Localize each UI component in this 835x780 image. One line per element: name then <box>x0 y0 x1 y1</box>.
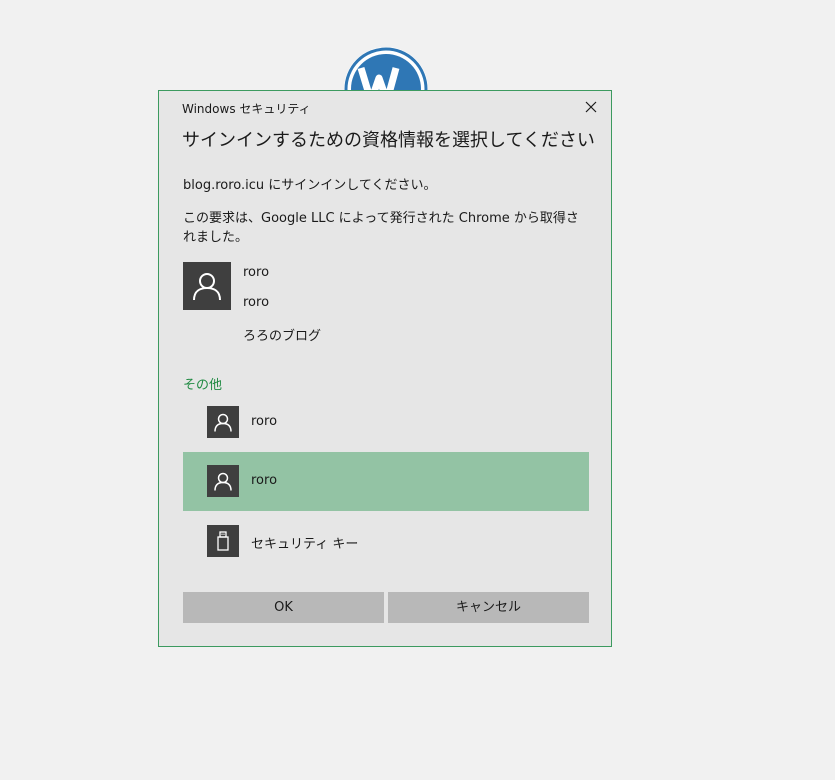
others-section-label: その他 <box>183 378 223 393</box>
usb-key-icon <box>207 525 239 557</box>
credential-option-security-key[interactable]: セキュリティ キー <box>183 512 589 571</box>
request-origin-text: この要求は、Google LLC によって発行された Chrome から取得され… <box>183 211 579 245</box>
ok-button[interactable]: OK <box>183 592 384 623</box>
primary-site-name: ろろのブログ <box>243 329 322 344</box>
site-signin-text: blog.roro.icu にサインインしてください。 <box>183 178 437 193</box>
window-title: Windows セキュリティ <box>182 102 311 116</box>
credential-option-label: roro <box>251 473 278 488</box>
credential-option-roro-2[interactable]: roro <box>183 452 589 511</box>
windows-security-dialog: Windows セキュリティ サインインするための資格情報を選択してください b… <box>158 90 612 647</box>
credential-option-roro-1[interactable]: roro <box>183 393 589 452</box>
close-button[interactable] <box>579 97 603 119</box>
close-icon <box>585 101 597 113</box>
user-icon <box>207 465 239 497</box>
dialog-heading: サインインするための資格情報を選択してください <box>182 130 595 151</box>
cancel-button[interactable]: キャンセル <box>388 592 589 623</box>
credential-option-label: セキュリティ キー <box>251 537 359 552</box>
primary-display-name: roro <box>243 295 270 310</box>
credential-option-label: roro <box>251 414 278 429</box>
user-icon <box>207 406 239 438</box>
user-icon <box>183 262 231 310</box>
primary-username: roro <box>243 265 270 280</box>
